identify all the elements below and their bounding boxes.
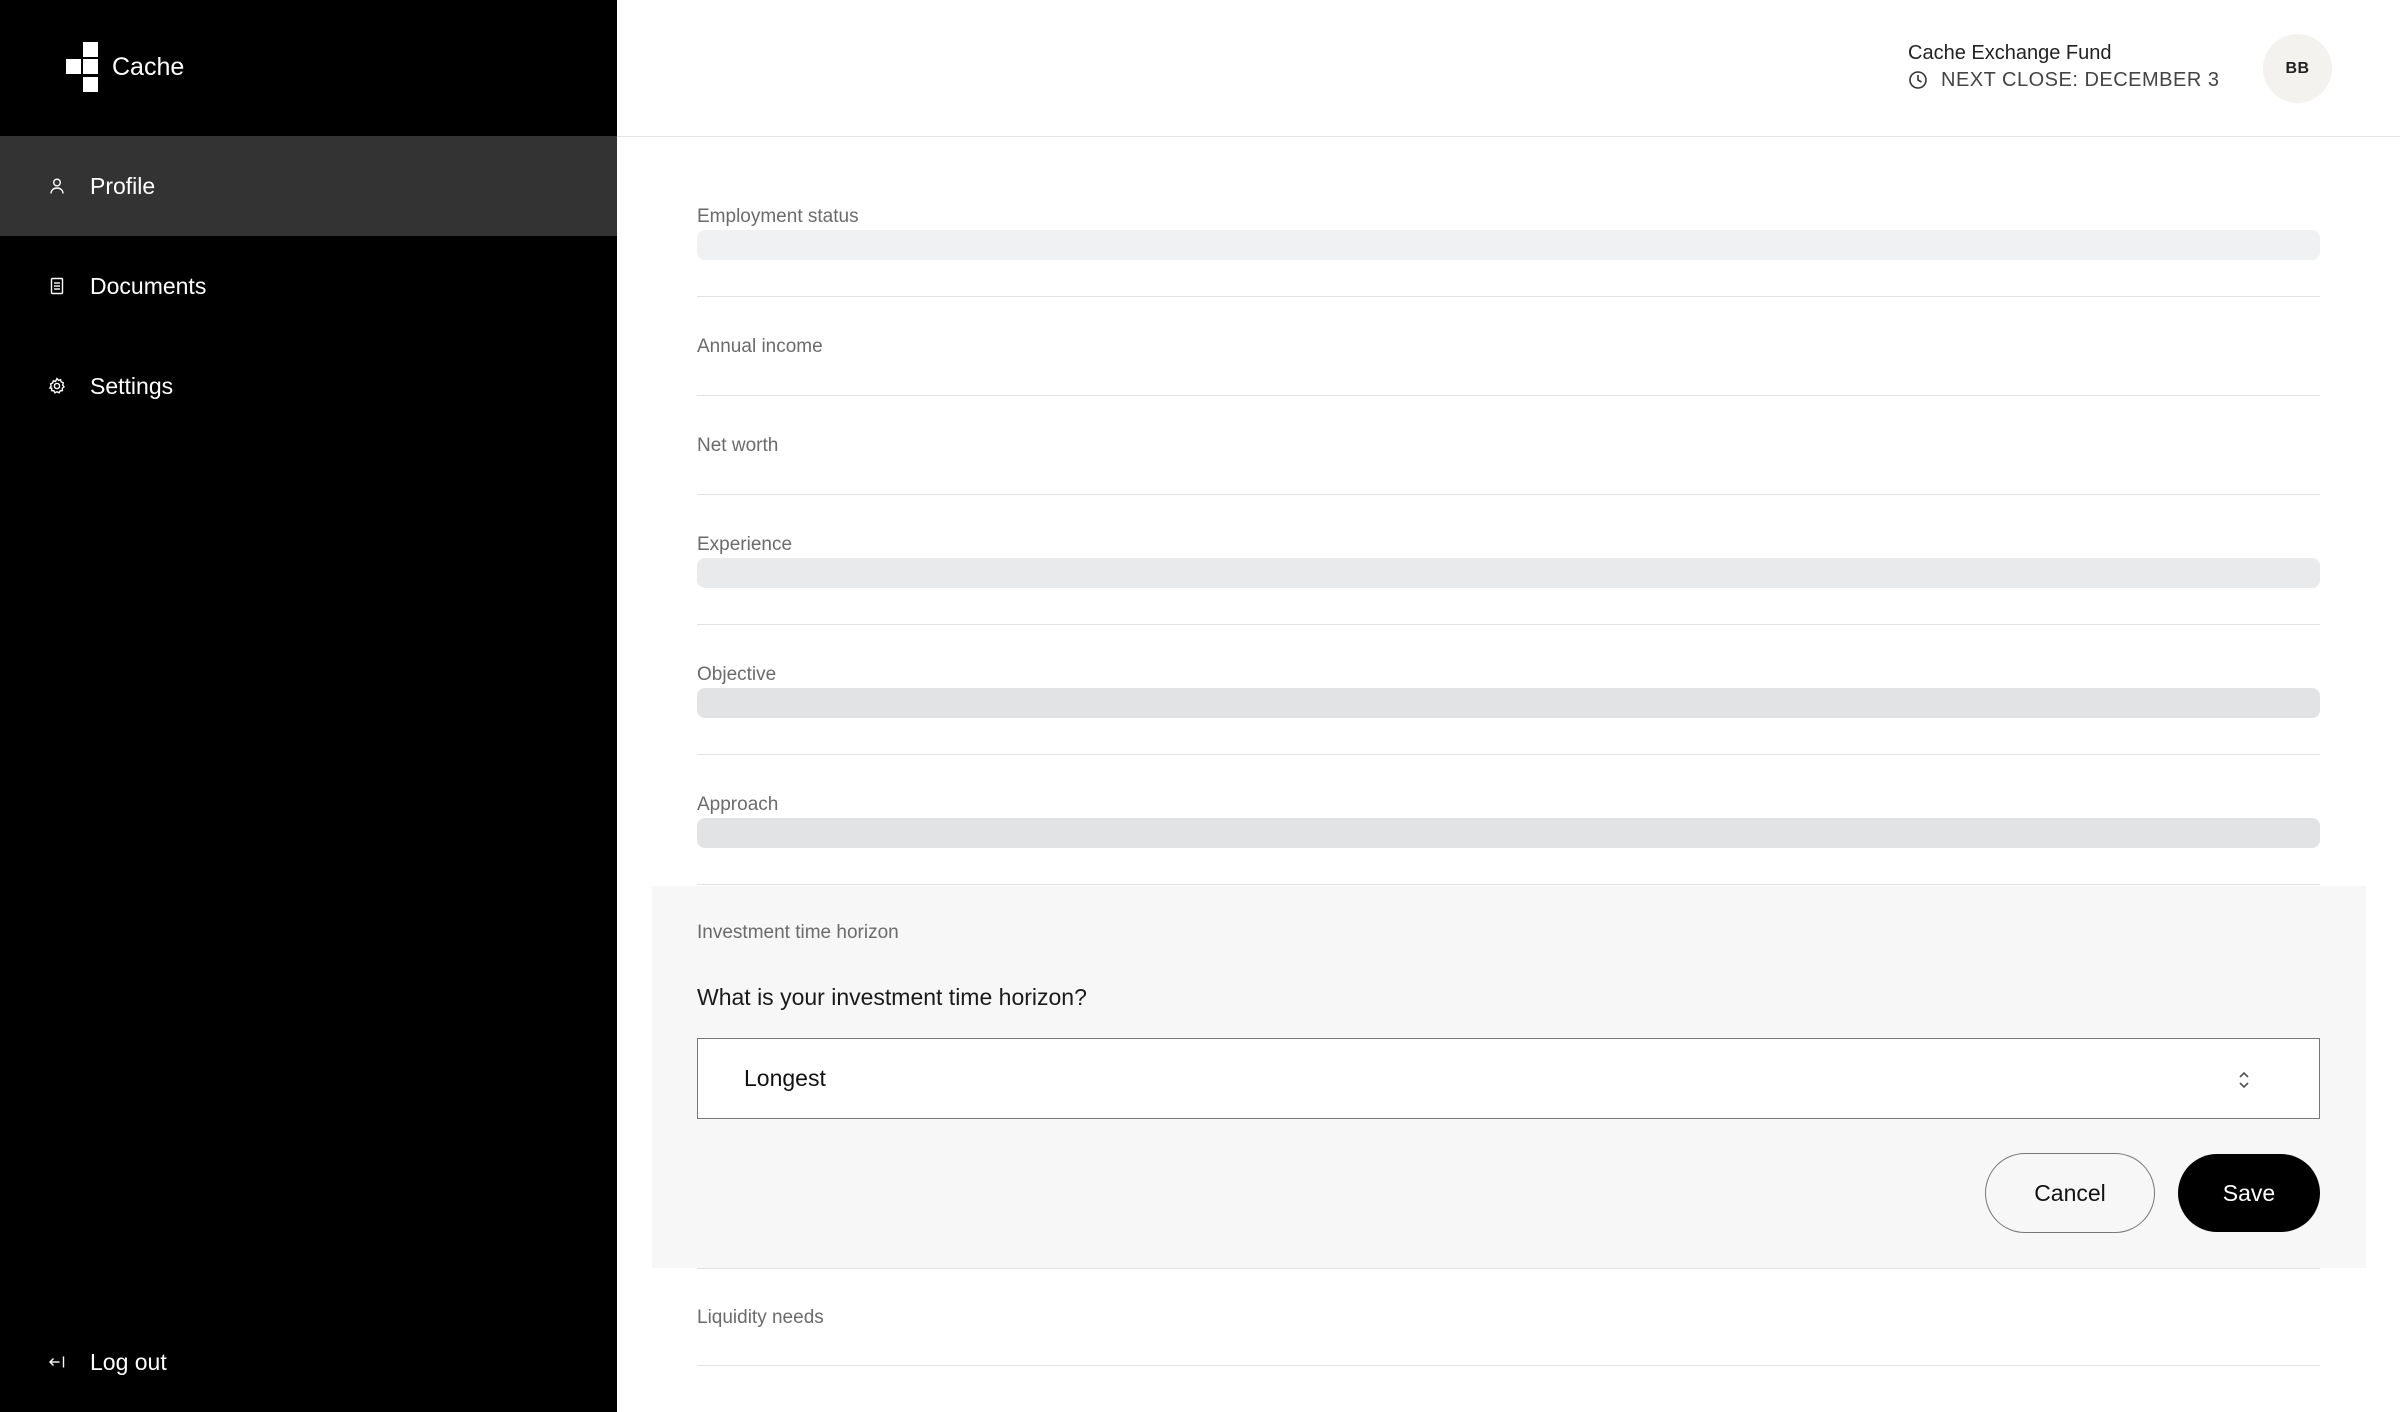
sidebar-item-settings[interactable]: Settings [0,336,617,436]
logout-button[interactable]: Log out [0,1312,617,1412]
select-value: Longest [744,1065,826,1091]
sidebar-item-label: Documents [90,272,207,299]
avatar[interactable]: BB [2263,34,2332,103]
document-icon [48,277,66,295]
field-approach[interactable]: Approach [697,793,2320,885]
field-label: Objective [697,664,777,685]
cancel-button[interactable]: Cancel [1985,1153,2155,1233]
top-header: Cache Exchange Fund NEXT CLOSE: DECEMBER… [617,0,2400,137]
loading-placeholder [697,818,2320,848]
next-close: NEXT CLOSE: DECEMBER 3 [1908,66,2219,94]
brand[interactable]: Cache [66,42,184,92]
field-employment-status[interactable]: Employment status [697,205,2320,297]
user-icon [48,177,66,195]
brand-name: Cache [112,52,185,81]
fund-name: Cache Exchange Fund [1908,42,2112,64]
loading-placeholder [697,688,2320,718]
cache-logo-icon [66,42,100,92]
fund-info: Cache Exchange Fund NEXT CLOSE: DECEMBER… [1908,40,2219,94]
field-liquidity-needs[interactable]: Liquidity needs [697,1268,2320,1366]
time-horizon-editor: Investment time horizon What is your inv… [652,886,2366,1268]
field-label: Liquidity needs [697,1307,824,1328]
divider [697,1365,2320,1366]
field-label: Approach [697,794,779,815]
logout-icon [48,1353,66,1371]
field-label: Net worth [697,435,779,456]
editor-label: Investment time horizon [697,922,899,943]
editor-question: What is your investment time horizon? [697,984,1087,1010]
field-label: Experience [697,534,793,555]
sidebar-item-documents[interactable]: Documents [0,236,617,336]
time-horizon-select[interactable]: Longest [697,1038,2320,1119]
clock-icon [1909,71,1927,89]
field-net-worth[interactable]: Net worth [697,434,2320,495]
sidebar: Cache Profile Documents Settings Log out [0,0,617,1412]
save-button[interactable]: Save [2178,1154,2320,1232]
field-experience[interactable]: Experience [697,533,2320,625]
sidebar-item-label: Profile [90,172,156,199]
chevron-up-down-icon [2239,1071,2249,1089]
gear-icon [48,377,66,395]
loading-placeholder [697,230,2320,260]
sidebar-item-profile[interactable]: Profile [0,136,617,236]
field-label: Annual income [697,336,823,357]
field-label: Employment status [697,206,859,227]
next-close-text: NEXT CLOSE: DECEMBER 3 [1941,69,2220,91]
logout-label: Log out [90,1348,167,1375]
field-objective[interactable]: Objective [697,663,2320,755]
sidebar-item-label: Settings [90,372,174,399]
loading-placeholder [697,558,2320,588]
field-annual-income[interactable]: Annual income [697,335,2320,396]
